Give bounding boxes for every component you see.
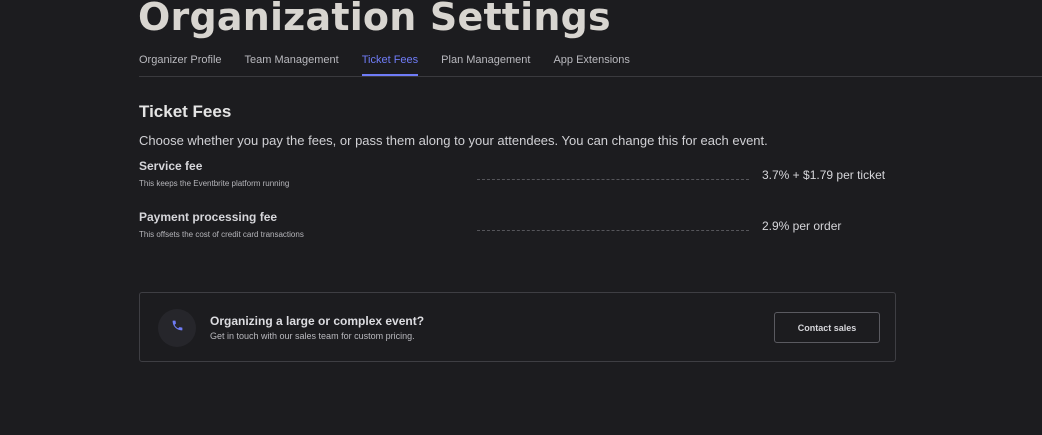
fee-subtitle: This keeps the Eventbrite platform runni…: [139, 179, 290, 188]
fee-name: Service fee: [139, 159, 203, 173]
settings-tabs: Organizer Profile Team Management Ticket…: [139, 52, 1042, 77]
fee-value: 2.9% per order: [762, 219, 842, 233]
tab-app-extensions[interactable]: App Extensions: [553, 52, 629, 73]
page-title: Organization Settings: [138, 0, 611, 39]
organization-settings-page: Organization Settings Organizer Profile …: [0, 0, 1042, 435]
card-title: Organizing a large or complex event?: [210, 314, 425, 328]
phone-icon-container: [158, 309, 196, 347]
fee-value: 3.7% + $1.79 per ticket: [762, 168, 886, 182]
fee-name: Payment processing fee: [139, 210, 278, 224]
fee-subtitle: This offsets the cost of credit card tra…: [139, 230, 304, 239]
tab-plan-management[interactable]: Plan Management: [441, 52, 530, 73]
fee-leader-line: [477, 230, 749, 231]
tab-team-management[interactable]: Team Management: [245, 52, 339, 73]
fee-leader-line: [477, 179, 749, 180]
phone-icon: [171, 319, 184, 337]
fee-row-payment-processing: Payment processing fee This offsets the …: [139, 210, 899, 246]
section-description: Choose whether you pay the fees, or pass…: [139, 133, 768, 148]
contact-sales-card: Organizing a large or complex event? Get…: [139, 292, 896, 362]
card-subtitle: Get in touch with our sales team for cus…: [210, 331, 415, 341]
fee-row-service: Service fee This keeps the Eventbrite pl…: [139, 159, 899, 195]
contact-sales-button[interactable]: Contact sales: [774, 312, 880, 343]
tab-organizer-profile[interactable]: Organizer Profile: [139, 52, 222, 73]
section-title: Ticket Fees: [139, 102, 232, 121]
tab-ticket-fees[interactable]: Ticket Fees: [361, 52, 419, 76]
